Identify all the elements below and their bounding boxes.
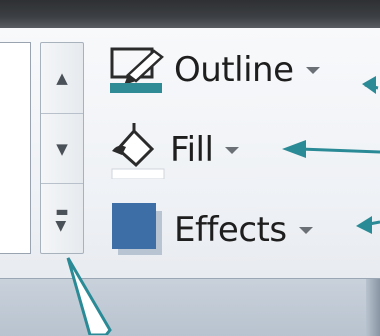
fill-label: Fill [170, 130, 214, 170]
ribbon-bottom-strip [0, 278, 380, 336]
gallery-more-icon: ▬ ▼ [55, 204, 69, 234]
outline-label: Outline [174, 50, 294, 90]
ribbon-top-border [0, 0, 380, 28]
shape-styles-ribbon-group: ▲ ▼ ▬ ▼ Outline Fill Effects [0, 0, 380, 336]
style-gallery[interactable] [0, 42, 31, 254]
shape-effects-button[interactable]: Effects [108, 203, 313, 255]
effects-square-icon [108, 201, 170, 259]
ribbon-right-cap [366, 279, 380, 336]
gallery-scroll-down-button[interactable]: ▼ [41, 113, 83, 184]
scroll-down-icon: ▼ [56, 139, 68, 158]
shape-outline-button[interactable]: Outline [108, 45, 320, 95]
outline-dropdown-icon [305, 66, 320, 74]
effects-label: Effects [174, 210, 287, 250]
effects-dropdown-icon [298, 226, 313, 234]
scroll-up-icon: ▲ [56, 68, 68, 87]
shape-fill-button[interactable]: Fill [108, 123, 240, 180]
gallery-scroll-up-button[interactable]: ▲ [41, 43, 83, 113]
fill-dropdown-icon [225, 146, 240, 154]
gallery-scroll-strip: ▲ ▼ ▬ ▼ [40, 42, 84, 254]
gallery-more-button[interactable]: ▬ ▼ [41, 183, 83, 254]
pen-outline-icon [108, 45, 170, 95]
paint-bucket-icon [108, 121, 170, 180]
